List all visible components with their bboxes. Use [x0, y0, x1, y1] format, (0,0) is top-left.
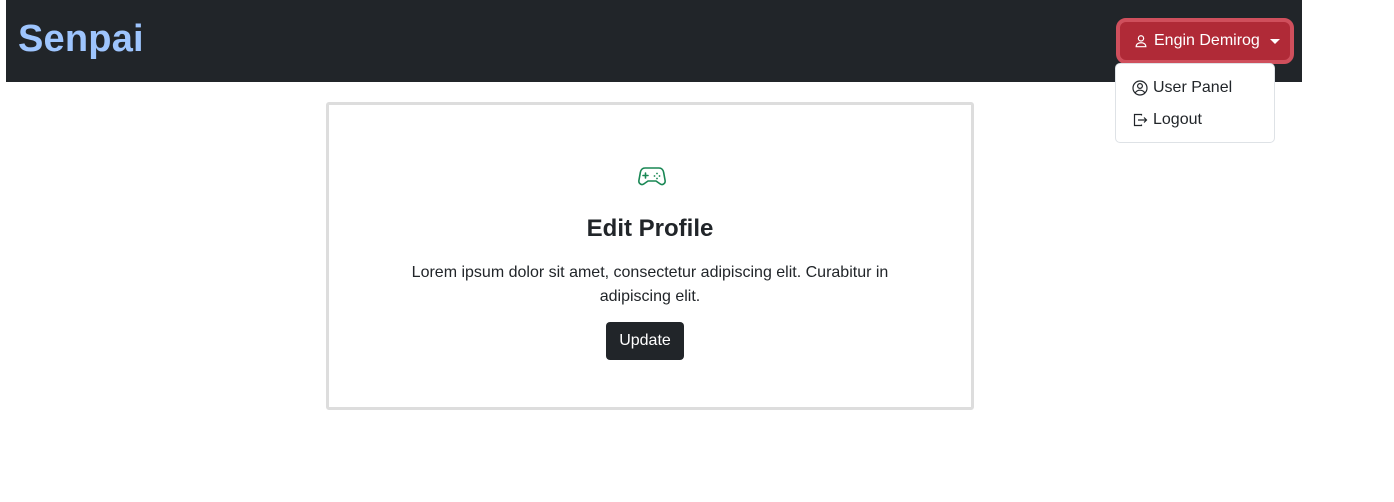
card-description: Lorem ipsum dolor sit amet, consectetur …	[411, 264, 889, 305]
gamepad-icon	[637, 165, 667, 189]
user-menu-label: Engin Demirog	[1154, 32, 1260, 49]
user-dropdown-menu: User Panel Logout	[1115, 63, 1275, 143]
dropdown-item-user-panel[interactable]: User Panel	[1116, 72, 1274, 104]
edit-profile-card: Edit Profile Lorem ipsum dolor sit amet,…	[326, 102, 974, 410]
brand-logo-text[interactable]: Senpai	[18, 16, 144, 62]
top-navbar: Senpai Engin Demirog	[6, 0, 1302, 82]
update-button[interactable]: Update	[606, 322, 684, 360]
dropdown-item-label: User Panel	[1153, 79, 1233, 96]
user-menu-button[interactable]: Engin Demirog	[1116, 18, 1294, 64]
dropdown-item-logout[interactable]: Logout	[1116, 104, 1274, 136]
card-title: Edit Profile	[586, 215, 714, 242]
person-icon	[1134, 34, 1148, 48]
dropdown-item-label: Logout	[1153, 111, 1202, 128]
person-circle-icon	[1132, 80, 1148, 96]
logout-icon	[1132, 112, 1148, 128]
caret-down-icon	[1269, 38, 1280, 44]
